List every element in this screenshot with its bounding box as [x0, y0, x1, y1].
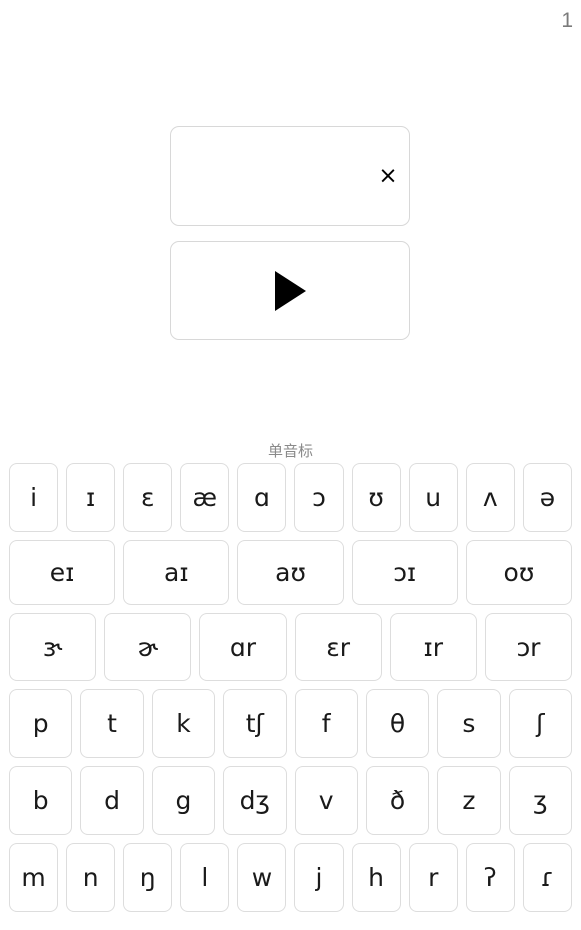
ipa-key[interactable]: θ	[365, 689, 430, 758]
ipa-key[interactable]: f	[294, 689, 358, 758]
ipa-key[interactable]: ð	[365, 766, 430, 835]
ipa-key[interactable]: j	[294, 843, 344, 912]
close-x-icon[interactable]: ×	[376, 164, 400, 188]
ipa-key[interactable]: ə	[522, 463, 572, 532]
ipa-key[interactable]: tʃ	[223, 689, 287, 758]
ipa-key[interactable]: b	[9, 766, 73, 835]
ipa-key[interactable]: h	[351, 843, 401, 912]
ipa-key[interactable]: ɛr	[294, 613, 382, 681]
ipa-key[interactable]: ɔ	[294, 463, 344, 532]
ipa-key[interactable]: ʃ	[508, 689, 572, 758]
ipa-key[interactable]: ʒ	[508, 766, 572, 835]
section-label: 单音标	[267, 442, 313, 460]
ipa-key[interactable]: ʔ	[465, 843, 515, 912]
ipa-key[interactable]: ʌ	[465, 463, 515, 532]
ipa-key[interactable]: ɔɪ	[351, 540, 458, 605]
ipa-key[interactable]: ɔr	[484, 613, 573, 681]
ipa-key[interactable]: r	[408, 843, 458, 912]
ipa-key[interactable]: s	[437, 689, 501, 758]
ipa-key[interactable]: i	[9, 463, 59, 532]
keyboard-row-sonorants: mnŋlwjhrʔɾ	[0, 843, 581, 912]
ipa-key[interactable]: v	[294, 766, 358, 835]
keyboard-row-voiceless-consonants: p t k tʃ f θ s ʃ	[0, 689, 581, 758]
ipa-key[interactable]: g	[151, 766, 216, 835]
ipa-key[interactable]: l	[180, 843, 230, 912]
ipa-key[interactable]: z	[437, 766, 501, 835]
play-triangle-icon	[274, 270, 306, 311]
ipa-key[interactable]: ɑ	[237, 463, 287, 532]
ipa-key[interactable]: p	[9, 689, 73, 758]
ipa-key[interactable]: n	[66, 843, 116, 912]
phonetic-input-card: ×	[170, 126, 410, 226]
ipa-keyboard: i ɪ ɛ æ ɑ ɔ ʊ u ʌ ə eɪ aɪ aʊ ɔɪ oʊ ɝ ɚ ɑr ɛr ɪr ɔr p t k tʃ f θ s ʃ b…	[0, 463, 581, 920]
ipa-key[interactable]: eɪ	[9, 540, 116, 605]
ipa-key[interactable]: ŋ	[123, 843, 173, 912]
ipa-key[interactable]: ɾ	[522, 843, 572, 912]
ipa-key[interactable]: ʊ	[351, 463, 401, 532]
ipa-key[interactable]: dʒ	[223, 766, 287, 835]
ipa-key[interactable]: ɑr	[199, 613, 287, 681]
ipa-key[interactable]: d	[80, 766, 144, 835]
ipa-key[interactable]: ɛ	[123, 463, 173, 532]
keyboard-row-diphthongs: eɪ aɪ aʊ ɔɪ oʊ	[0, 540, 581, 605]
ipa-key[interactable]: aɪ	[123, 540, 230, 605]
play-button[interactable]	[170, 241, 410, 340]
ipa-key[interactable]: u	[408, 463, 458, 532]
ipa-key[interactable]: ɝ	[9, 613, 97, 681]
ipa-key[interactable]: ɪr	[389, 613, 477, 681]
ipa-key[interactable]: æ	[180, 463, 230, 532]
phonetic-input[interactable]	[181, 127, 365, 225]
ipa-key[interactable]: m	[9, 843, 59, 912]
ipa-key[interactable]: ɪ	[66, 463, 116, 532]
ipa-key[interactable]: aʊ	[237, 540, 344, 605]
keyboard-row-monophthongs: iɪɛæɑɔʊuʌə	[0, 463, 581, 532]
ipa-key[interactable]: k	[151, 689, 216, 758]
page-counter: 1	[561, 9, 573, 32]
ipa-key[interactable]: t	[80, 689, 144, 758]
ipa-key[interactable]: oʊ	[465, 540, 573, 605]
ipa-key[interactable]: w	[237, 843, 287, 912]
keyboard-row-voiced-consonants: b d g dʒ v ð z ʒ	[0, 766, 581, 835]
keyboard-row-r-colored: ɝ ɚ ɑr ɛr ɪr ɔr	[0, 613, 581, 681]
ipa-key[interactable]: ɚ	[104, 613, 192, 681]
